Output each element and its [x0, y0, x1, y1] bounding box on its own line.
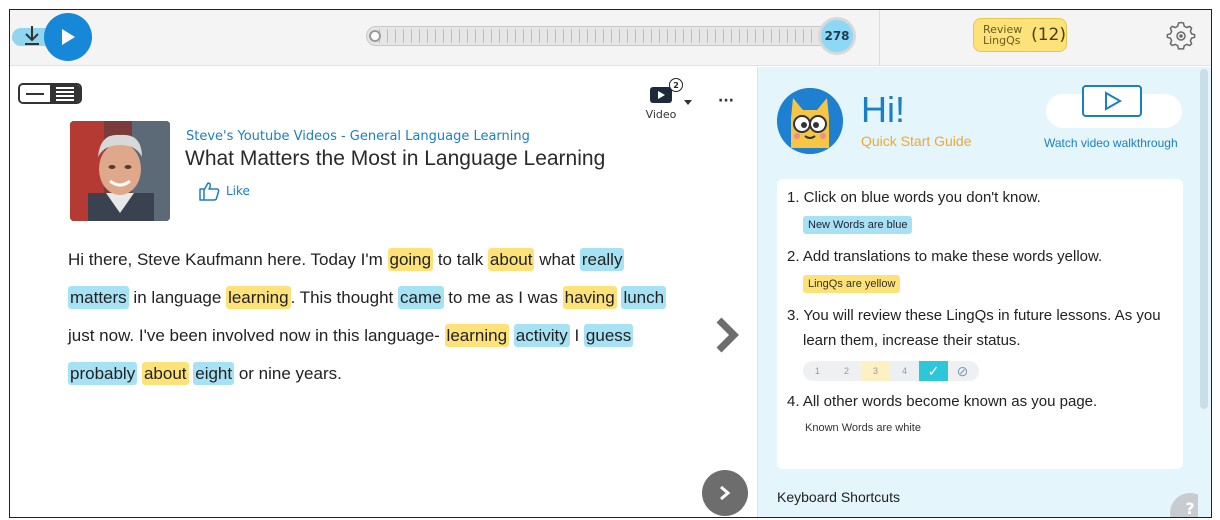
- keyboard-shortcuts-heading[interactable]: Keyboard Shortcuts: [777, 489, 900, 505]
- new-word[interactable]: eight: [193, 362, 235, 385]
- status-1: 1: [814, 366, 820, 376]
- view-mode-toggle[interactable]: [18, 83, 82, 104]
- known-text[interactable]: to talk: [433, 250, 488, 269]
- review-label: Review LingQs: [983, 23, 1023, 47]
- new-word[interactable]: came: [397, 286, 444, 309]
- scrubber-handle[interactable]: [369, 30, 381, 42]
- status-selector: 1 2 3 4 ✓ ⊘: [803, 361, 979, 381]
- lingq-word[interactable]: about: [487, 248, 535, 271]
- panel-scrollbar-thumb[interactable]: [1200, 69, 1208, 409]
- download-icon[interactable]: [22, 24, 42, 48]
- step-4: 4. All other words become known as you p…: [787, 393, 1098, 410]
- status-4: 4: [890, 361, 919, 381]
- like-label: Like: [226, 184, 250, 198]
- new-words-chip: New Words are blue: [803, 216, 913, 234]
- step-2: 2. Add translations to make these words …: [787, 248, 1103, 265]
- review-lingqs-button[interactable]: Review LingQs (12): [973, 18, 1067, 52]
- thumbs-up-icon: [199, 182, 220, 201]
- new-word[interactable]: lunch: [621, 286, 667, 309]
- known-text[interactable]: I: [570, 326, 584, 345]
- video-label: Video: [645, 108, 677, 121]
- step-1: 1. Click on blue words you don't know.: [787, 189, 1041, 206]
- new-word[interactable]: activity: [513, 324, 570, 347]
- quick-start-panel: Hi! Quick Start Guide Watch video walkth…: [757, 67, 1211, 517]
- new-word[interactable]: matters: [68, 286, 129, 309]
- scrubber-track[interactable]: [366, 26, 838, 46]
- guide-subtitle: Quick Start Guide: [861, 133, 972, 149]
- video-icon: [650, 87, 672, 103]
- divider: [879, 10, 880, 66]
- lesson-title: What Matters the Most in Language Learni…: [185, 147, 606, 170]
- status-2: 2: [843, 366, 849, 376]
- course-link[interactable]: Steve's Youtube Videos - General Languag…: [186, 129, 530, 144]
- chevron-right-icon: [720, 485, 731, 501]
- new-word[interactable]: guess: [583, 324, 634, 347]
- known-text[interactable]: or nine years.: [234, 364, 342, 383]
- lingq-word[interactable]: going: [387, 248, 434, 271]
- more-options-button[interactable]: ···: [718, 93, 734, 109]
- known-text[interactable]: . This thought: [291, 288, 398, 307]
- step-3: 3. You will review these LingQs in futur…: [787, 307, 1161, 349]
- video-count-badge: 2: [669, 78, 683, 92]
- known-words-note: Known Words are white: [805, 422, 921, 434]
- video-button[interactable]: 2 Video: [642, 77, 692, 121]
- lesson-text: Hi there, Steve Kaufmann here. Today I'm…: [68, 241, 688, 393]
- check-icon: ✓: [919, 361, 948, 381]
- quick-start-steps: 1. Click on blue words you don't know. N…: [777, 179, 1183, 469]
- review-count: (12): [1031, 25, 1066, 45]
- lingq-word[interactable]: having: [562, 286, 617, 309]
- audio-scrubber[interactable]: [366, 26, 838, 46]
- page-mode-option[interactable]: [50, 85, 80, 102]
- reader-pane: 2 Video ··· Steve's Youtube Videos - Gen…: [10, 67, 756, 517]
- lesson-thumbnail[interactable]: [70, 121, 170, 221]
- known-text[interactable]: to me as I was: [444, 288, 563, 307]
- next-page-button[interactable]: [702, 470, 748, 516]
- lingq-word[interactable]: about: [141, 362, 189, 385]
- walkthrough-video-button[interactable]: [1046, 85, 1182, 128]
- sentence-mode-option[interactable]: [20, 85, 50, 102]
- chevron-down-icon: [684, 100, 692, 105]
- gear-icon[interactable]: [1166, 21, 1196, 51]
- play-icon: [1082, 85, 1142, 117]
- new-word[interactable]: really: [579, 248, 625, 271]
- play-icon: [62, 29, 75, 45]
- lingqs-chip: LingQs are yellow: [803, 275, 901, 293]
- progress-count-badge: 278: [818, 17, 856, 55]
- ignore-icon: ⊘: [956, 362, 969, 379]
- known-text[interactable]: what: [534, 250, 579, 269]
- mascot-avatar: [777, 88, 843, 154]
- lingq-word[interactable]: learning: [444, 324, 510, 347]
- known-text[interactable]: Hi there, Steve Kaufmann here. Today I'm: [68, 250, 388, 269]
- guide-greeting: Hi!: [861, 89, 905, 130]
- walkthrough-label[interactable]: Watch video walkthrough: [1044, 136, 1178, 150]
- known-text[interactable]: just now. I've been involved now in this…: [68, 326, 445, 345]
- lingq-word[interactable]: learning: [226, 286, 291, 309]
- known-text[interactable]: in language: [129, 288, 226, 307]
- play-button[interactable]: [44, 13, 92, 61]
- like-button[interactable]: Like: [198, 181, 250, 201]
- status-3: 3: [861, 361, 890, 381]
- app-frame: 278 Review LingQs (12) 2 Video ··· Steve…: [9, 9, 1212, 518]
- new-word[interactable]: probably: [68, 362, 138, 385]
- player-bar: 278 Review LingQs (12): [10, 10, 1211, 66]
- chevron-right-icon[interactable]: [712, 317, 742, 353]
- scrubber-ticks: [379, 29, 813, 43]
